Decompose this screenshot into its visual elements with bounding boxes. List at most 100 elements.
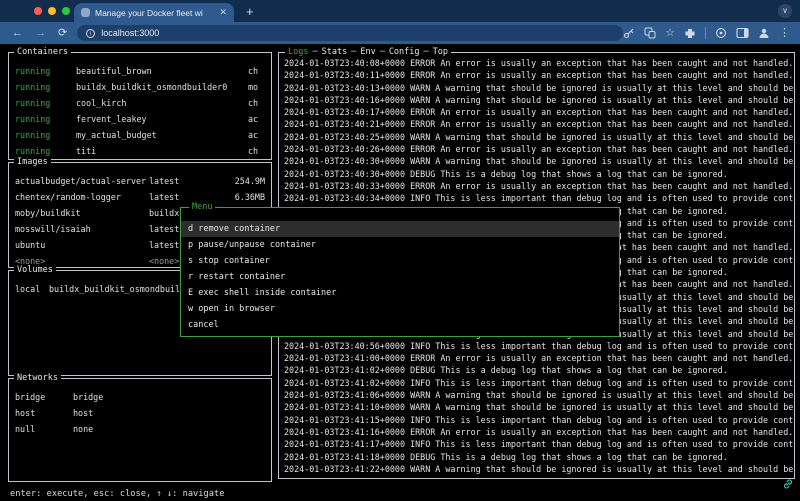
container-status: running <box>15 146 76 156</box>
logs-tab[interactable]: Stats <box>308 47 347 57</box>
containers-panel-title: Containers <box>14 47 71 57</box>
tab-close-icon[interactable]: ✕ <box>219 8 227 17</box>
log-timestamp: 2024-01-03T23:41:02+0000 <box>284 378 405 388</box>
window-maximize-button[interactable] <box>62 7 70 15</box>
containers-panel[interactable]: Containers runningbeautiful_brownch runn… <box>8 52 272 160</box>
toolbar-separator <box>705 27 706 39</box>
container-actions-menu: Menu d remove containerp pause/unpause c… <box>180 207 620 337</box>
log-level: INFO <box>410 439 430 449</box>
url-bar[interactable]: i localhost:3000 <box>77 25 623 41</box>
menu-item[interactable]: d remove container <box>181 221 619 237</box>
link-icon[interactable] <box>782 478 794 490</box>
window-minimize-button[interactable] <box>48 7 56 15</box>
container-row[interactable]: runningmy_actual_budgetac <box>10 127 270 143</box>
logs-tab[interactable]: Top <box>420 47 448 57</box>
logs-tab[interactable]: Config <box>376 47 420 57</box>
container-status: running <box>15 98 76 108</box>
reload-button[interactable]: ⟳ <box>58 22 67 44</box>
container-image: ac <box>248 114 265 124</box>
network-row[interactable]: nullnone <box>10 421 270 437</box>
logs-tab[interactable]: Logs <box>288 47 308 57</box>
log-level: INFO <box>410 415 430 425</box>
kebab-menu-icon[interactable]: ⋮ <box>779 27 790 39</box>
container-name: my_actual_budget <box>76 130 248 140</box>
log-level: INFO <box>410 193 430 203</box>
browser-tab[interactable]: Manage your Docker fleet wi ✕ <box>74 3 234 22</box>
log-level: ERROR <box>410 144 435 154</box>
log-level: INFO <box>410 378 430 388</box>
log-level: WARN <box>410 83 430 93</box>
log-timestamp: 2024-01-03T23:41:00+0000 <box>284 353 405 363</box>
container-row[interactable]: runningbuildx_buildkit_osmondbuilder0mo <box>10 79 270 95</box>
container-row[interactable]: runningfervent_leakeyac <box>10 111 270 127</box>
network-row[interactable]: hosthost <box>10 405 270 421</box>
log-line: 2024-01-03T23:41:22+0000 WARN A warning … <box>280 463 793 475</box>
container-name: titi <box>76 146 248 156</box>
tab-favicon-icon <box>81 8 90 17</box>
new-tab-button[interactable]: + <box>246 3 254 20</box>
browser-tabstrip: Manage your Docker fleet wi ✕ + ∨ <box>0 0 800 22</box>
image-name: actualbudget/actual-server <box>15 176 149 186</box>
log-level: WARN <box>410 464 430 474</box>
log-message: An error is usually an exception that ha… <box>440 144 793 154</box>
log-line: 2024-01-03T23:41:10+0000 WARN A warning … <box>280 401 793 413</box>
log-timestamp: 2024-01-03T23:40:26+0000 <box>284 144 405 154</box>
image-name: moby/buildkit <box>15 208 149 218</box>
back-button[interactable]: ← <box>12 22 23 44</box>
side-panel-icon[interactable] <box>736 27 749 39</box>
container-image: ac <box>248 130 265 140</box>
container-row[interactable]: runningbeautiful_brownch <box>10 63 270 79</box>
volume-driver: local <box>15 284 49 294</box>
log-message: This is a debug log that shows a log tha… <box>440 452 727 462</box>
logs-tab[interactable]: Env <box>347 47 375 57</box>
log-message: An error is usually an exception that ha… <box>440 107 793 117</box>
containers-list: runningbeautiful_brownch runningbuildx_b… <box>10 63 270 158</box>
container-row[interactable]: runningtitich <box>10 143 270 158</box>
log-timestamp: 2024-01-03T23:40:34+0000 <box>284 193 405 203</box>
image-row[interactable]: chentex/random-loggerlatest6.36MB <box>10 189 270 205</box>
log-line: 2024-01-03T23:40:08+0000 ERROR An error … <box>280 57 793 69</box>
network-name: null <box>15 424 73 434</box>
menu-item[interactable]: cancel <box>181 317 619 333</box>
log-level: ERROR <box>410 107 435 117</box>
forward-button[interactable]: → <box>35 22 46 44</box>
image-tag: latest <box>149 176 235 186</box>
network-name: bridge <box>15 392 73 402</box>
tab-search-icon[interactable]: ∨ <box>778 4 792 18</box>
log-level: ERROR <box>410 70 435 80</box>
container-image: ch <box>248 66 265 76</box>
menu-item[interactable]: p pause/unpause container <box>181 237 619 253</box>
bookmark-star-icon[interactable]: ☆ <box>665 27 675 39</box>
log-level: ERROR <box>410 181 435 191</box>
menu-item[interactable]: w open in browser <box>181 301 619 317</box>
log-message: A warning that should be ignored is usua… <box>435 402 793 412</box>
log-level: ERROR <box>410 58 435 68</box>
site-info-icon[interactable]: i <box>86 29 95 38</box>
menu-title: Menu <box>189 202 215 212</box>
container-name: cool_kirch <box>76 98 248 108</box>
menu-item[interactable]: r restart container <box>181 269 619 285</box>
menu-item[interactable]: E exec shell inside container <box>181 285 619 301</box>
docker-tui: Containers runningbeautiful_brownch runn… <box>0 44 800 501</box>
extensions-icon[interactable] <box>684 27 696 39</box>
image-row[interactable]: actualbudget/actual-serverlatest254.9M <box>10 173 270 189</box>
volumes-panel-title: Volumes <box>14 265 56 275</box>
networks-panel[interactable]: Networks bridgebridge hosthost nullnone <box>8 378 272 482</box>
profile-avatar-icon[interactable] <box>758 27 770 39</box>
log-line: 2024-01-03T23:41:17+0000 INFO This is le… <box>280 438 793 450</box>
translate-icon[interactable] <box>644 27 656 39</box>
window-close-button[interactable] <box>34 7 42 15</box>
container-name: beautiful_brown <box>76 66 248 76</box>
browser-toolbar: ← → ⟳ i localhost:3000 ☆ ⋮ <box>0 22 800 44</box>
tab-title: Manage your Docker fleet wi <box>95 8 214 18</box>
container-status: running <box>15 82 76 92</box>
password-key-icon[interactable] <box>623 27 635 39</box>
sync-icon[interactable] <box>715 27 727 39</box>
log-line: 2024-01-03T23:40:30+0000 WARN A warning … <box>280 155 793 167</box>
menu-item[interactable]: s stop container <box>181 253 619 269</box>
image-size: 6.36MB <box>235 192 265 202</box>
network-row[interactable]: bridgebridge <box>10 389 270 405</box>
container-row[interactable]: runningcool_kirchch <box>10 95 270 111</box>
image-size: 254.9M <box>235 176 265 186</box>
logs-tabs: LogsStatsEnvConfigTop <box>285 47 451 57</box>
